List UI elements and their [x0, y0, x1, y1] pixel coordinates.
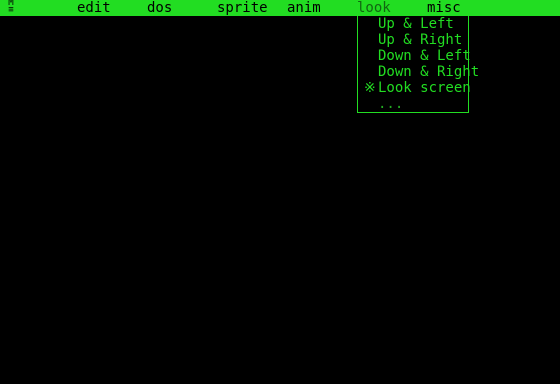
menu-look[interactable]: look: [357, 0, 391, 16]
check-mark-icon: ※: [364, 80, 376, 96]
menu-item-down-left[interactable]: Down & Left: [358, 48, 471, 64]
menu-edit[interactable]: edit: [77, 0, 111, 16]
menu-item-label: Down & Right: [378, 64, 480, 80]
menu-bar: M ≡ edit dos sprite anim look misc: [0, 0, 560, 16]
menu-item-up-left[interactable]: Up & Left: [358, 16, 468, 32]
menu-item-down-right[interactable]: Down & Right: [358, 64, 479, 80]
menu-item-label: ...: [378, 96, 404, 112]
menu-dos[interactable]: dos: [147, 0, 172, 16]
menu-item-look-screen[interactable]: ※ Look screen: [358, 80, 471, 96]
look-menu-dropdown: Up & Left Up & Right Down & Left Down & …: [357, 16, 479, 113]
menu-anim[interactable]: anim: [287, 0, 321, 16]
menu-item-more[interactable]: ...: [358, 96, 468, 112]
app-menu-icon[interactable]: M ≡: [6, 0, 16, 15]
menu-misc[interactable]: misc: [427, 0, 461, 16]
menu-item-up-right[interactable]: Up & Right: [358, 32, 468, 48]
menu-item-label: Look screen: [378, 80, 471, 96]
menu-item-label: Up & Right: [378, 32, 463, 48]
menu-item-label: Down & Left: [378, 48, 471, 64]
menu-sprite[interactable]: sprite: [217, 0, 268, 16]
menu-item-label: Up & Left: [378, 16, 454, 32]
